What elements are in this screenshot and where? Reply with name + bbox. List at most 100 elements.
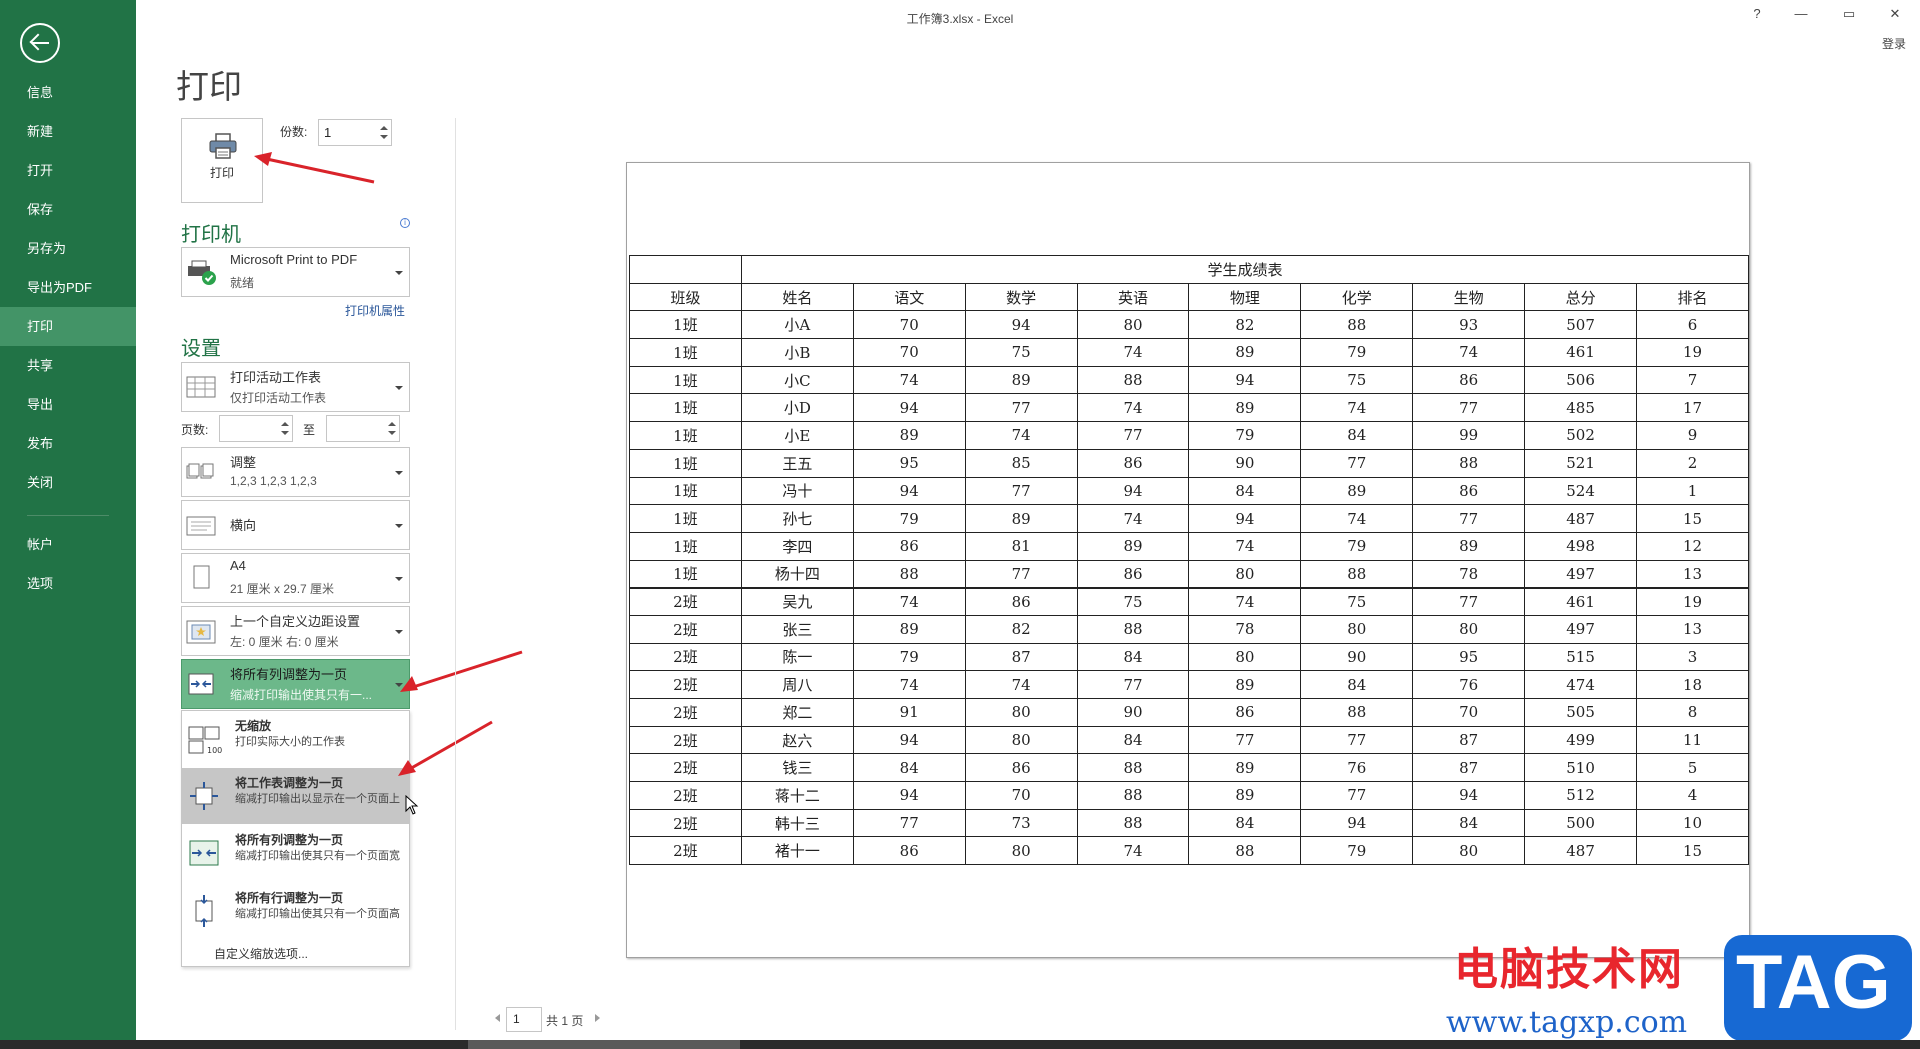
menu-fit-sheet[interactable]: 将工作表调整为一页 缩减打印输出以显示在一个页面上	[182, 768, 409, 824]
table-cell: 80	[964, 836, 1078, 866]
table-cell: 94	[1188, 504, 1302, 533]
menu-fit-rows[interactable]: 将所有行调整为一页 缩减打印输出使其只有一个页面高	[182, 883, 409, 939]
table-cell: 1班	[629, 448, 742, 478]
table-cell: 70	[852, 310, 966, 340]
table-cell: 95	[852, 448, 966, 478]
menu-no-scaling[interactable]: 100 无缩放 打印实际大小的工作表	[182, 711, 409, 767]
table-cell: 75	[1300, 365, 1414, 395]
table-cell: 77	[1300, 781, 1414, 810]
info-icon[interactable]: i	[400, 218, 410, 228]
table-cell: 94	[852, 476, 966, 506]
table-cell: 74	[964, 421, 1078, 450]
table-cell: 86	[1188, 698, 1302, 727]
spin-up-icon[interactable]	[281, 421, 289, 426]
table-cell: 94	[1188, 365, 1302, 395]
table-cell: 89	[1188, 393, 1302, 423]
table-cell: 88	[1188, 836, 1302, 866]
custom-scaling-link[interactable]: 自定义缩放选项...	[214, 945, 308, 962]
taskbar	[0, 1040, 1920, 1049]
page-number-input[interactable]: 1	[506, 1007, 542, 1032]
table-cell: 93	[1412, 310, 1526, 340]
table-cell: 498	[1524, 531, 1638, 561]
column-header: 物理	[1188, 282, 1302, 312]
spin-up-icon[interactable]	[380, 125, 388, 130]
settings-heading: 设置	[181, 338, 221, 360]
table-row: 2班 韩十三 77 73 88 84 94 84 500 10	[629, 808, 1749, 838]
minimize-button[interactable]: —	[1786, 6, 1816, 21]
printer-properties-link[interactable]: 打印机属性	[345, 302, 405, 319]
svg-text:100: 100	[207, 746, 222, 755]
nav-account[interactable]: 帐户	[0, 525, 136, 564]
nav-open[interactable]: 打开	[0, 151, 136, 190]
fit-sheet-icon	[190, 782, 218, 810]
table-cell: 18	[1636, 670, 1749, 699]
print-what-select[interactable]: 打印活动工作表 仅打印活动工作表	[181, 362, 410, 412]
next-page-icon[interactable]	[595, 1014, 600, 1022]
nav-publish[interactable]: 发布	[0, 424, 136, 463]
menu-fit-columns[interactable]: 将所有列调整为一页 缩减打印输出使其只有一个页面宽	[182, 825, 409, 881]
table-cell: 褚十一	[740, 836, 854, 866]
close-window-button[interactable]: ✕	[1880, 6, 1910, 22]
spin-down-icon[interactable]	[380, 135, 388, 140]
table-cell: 84	[852, 753, 966, 783]
table-cell: 86	[852, 531, 966, 561]
scaling-select[interactable]: 将所有列调整为一页 缩减打印输出使其只有一...	[181, 659, 410, 709]
table-cell: 钱三	[740, 753, 854, 783]
help-button[interactable]: ?	[1742, 6, 1772, 21]
table-cell: 77	[852, 808, 966, 838]
table-cell: 84	[1412, 808, 1526, 838]
pages-from-input[interactable]	[219, 415, 293, 442]
table-cell: 515	[1524, 642, 1638, 672]
spin-up-icon[interactable]	[388, 421, 396, 426]
nav-options[interactable]: 选项	[0, 564, 136, 603]
nav-share[interactable]: 共享	[0, 346, 136, 385]
collate-value: 调整	[230, 455, 257, 470]
table-cell: 74	[1076, 836, 1190, 866]
margins-select[interactable]: 上一个自定义边距设置 左: 0 厘米 右: 0 厘米	[181, 606, 410, 656]
table-cell: 80	[964, 698, 1078, 727]
nav-close[interactable]: 关闭	[0, 463, 136, 502]
prev-page-icon[interactable]	[495, 1014, 500, 1022]
table-cell: 小D	[740, 393, 854, 423]
orientation-value: 横向	[230, 518, 257, 533]
nav-save-as[interactable]: 另存为	[0, 229, 136, 268]
back-arrow-icon[interactable]	[20, 23, 60, 63]
table-cell: 9	[1636, 421, 1749, 450]
table-cell: 500	[1524, 808, 1638, 838]
orientation-select[interactable]: 横向	[181, 500, 410, 550]
table-cell: 75	[964, 338, 1078, 367]
maximize-button[interactable]: ▭	[1834, 6, 1864, 22]
nav-save[interactable]: 保存	[0, 190, 136, 229]
table-cell: 89	[1188, 338, 1302, 367]
table-cell: 79	[1300, 338, 1414, 367]
chevron-down-icon	[395, 524, 403, 528]
nav-print[interactable]: 打印	[0, 307, 136, 346]
table-cell: 87	[1412, 725, 1526, 755]
table-row: 1班 孙七 79 89 74 94 74 77 487 15	[629, 504, 1749, 533]
spin-down-icon[interactable]	[281, 431, 289, 436]
paper-size-select[interactable]: A4 21 厘米 x 29.7 厘米	[181, 553, 410, 603]
pages-to-input[interactable]	[326, 415, 400, 442]
table-cell: 80	[1412, 614, 1526, 644]
table-cell: 89	[964, 504, 1078, 533]
nav-info[interactable]: 信息	[0, 73, 136, 112]
table-cell: 4	[1636, 781, 1749, 810]
chevron-down-icon	[395, 471, 403, 475]
table-cell: 蒋十二	[740, 781, 854, 810]
nav-export[interactable]: 导出	[0, 385, 136, 424]
table-cell: 74	[1300, 393, 1414, 423]
copies-stepper[interactable]: 1	[318, 119, 392, 146]
table-cell: 94	[852, 393, 966, 423]
menu-fit-rows-title: 将所有行调整为一页	[235, 891, 344, 905]
table-cell: 74	[1076, 393, 1190, 423]
signin-link[interactable]: 登录	[1882, 35, 1906, 52]
taskbar-active-item[interactable]	[468, 1040, 740, 1049]
table-cell: 7	[1636, 365, 1749, 395]
nav-new[interactable]: 新建	[0, 112, 136, 151]
collate-select[interactable]: 调整 1,2,3 1,2,3 1,2,3	[181, 447, 410, 497]
page-title: 打印	[176, 68, 242, 105]
table-cell: 王五	[740, 448, 854, 478]
printer-select[interactable]: Microsoft Print to PDF 就绪	[181, 247, 410, 297]
spin-down-icon[interactable]	[388, 431, 396, 436]
nav-export-pdf[interactable]: 导出为PDF	[0, 268, 136, 307]
